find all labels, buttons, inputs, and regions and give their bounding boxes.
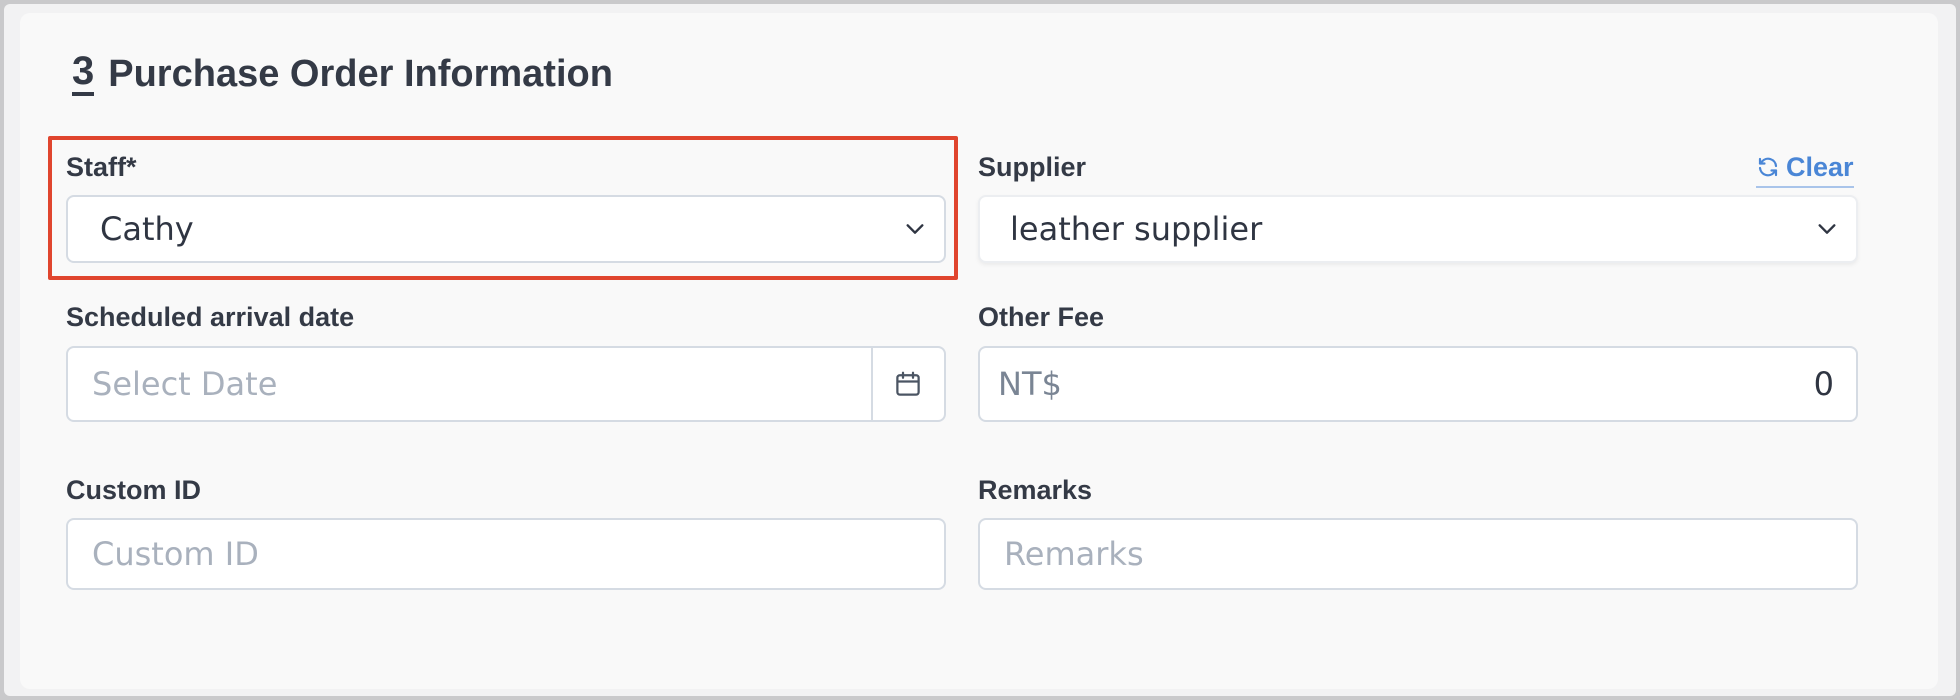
- other-fee-value: 0: [1813, 365, 1834, 403]
- remarks-placeholder: Remarks: [1004, 535, 1144, 573]
- remarks-input[interactable]: Remarks: [978, 518, 1858, 590]
- section-title: 3 Purchase Order Information: [72, 51, 613, 96]
- arrival-date-input[interactable]: Select Date: [66, 346, 946, 422]
- currency-prefix: NT$: [998, 365, 1062, 403]
- supplier-select-value: leather supplier: [1010, 210, 1263, 248]
- staff-highlight-box: [48, 136, 958, 280]
- supplier-label: Supplier: [978, 152, 1087, 182]
- clear-supplier-button[interactable]: Clear: [1756, 150, 1854, 188]
- custom-id-input[interactable]: Custom ID: [66, 518, 946, 590]
- section-title-text: Purchase Order Information: [108, 52, 613, 95]
- other-fee-label: Other Fee: [978, 302, 1105, 332]
- arrival-date-placeholder: Select Date: [92, 365, 278, 403]
- custom-id-label: Custom ID: [66, 475, 201, 505]
- supplier-select[interactable]: leather supplier: [978, 195, 1858, 263]
- section-number: 3: [72, 51, 95, 96]
- other-fee-input[interactable]: NT$ 0: [978, 346, 1858, 422]
- custom-id-placeholder: Custom ID: [92, 535, 259, 573]
- refresh-icon: [1758, 157, 1778, 177]
- remarks-label: Remarks: [978, 475, 1093, 505]
- clear-label: Clear: [1786, 151, 1854, 182]
- chevron-down-icon: [1818, 224, 1836, 234]
- calendar-icon: [896, 371, 920, 396]
- arrival-date-label: Scheduled arrival date: [66, 302, 355, 332]
- calendar-button[interactable]: [873, 348, 943, 420]
